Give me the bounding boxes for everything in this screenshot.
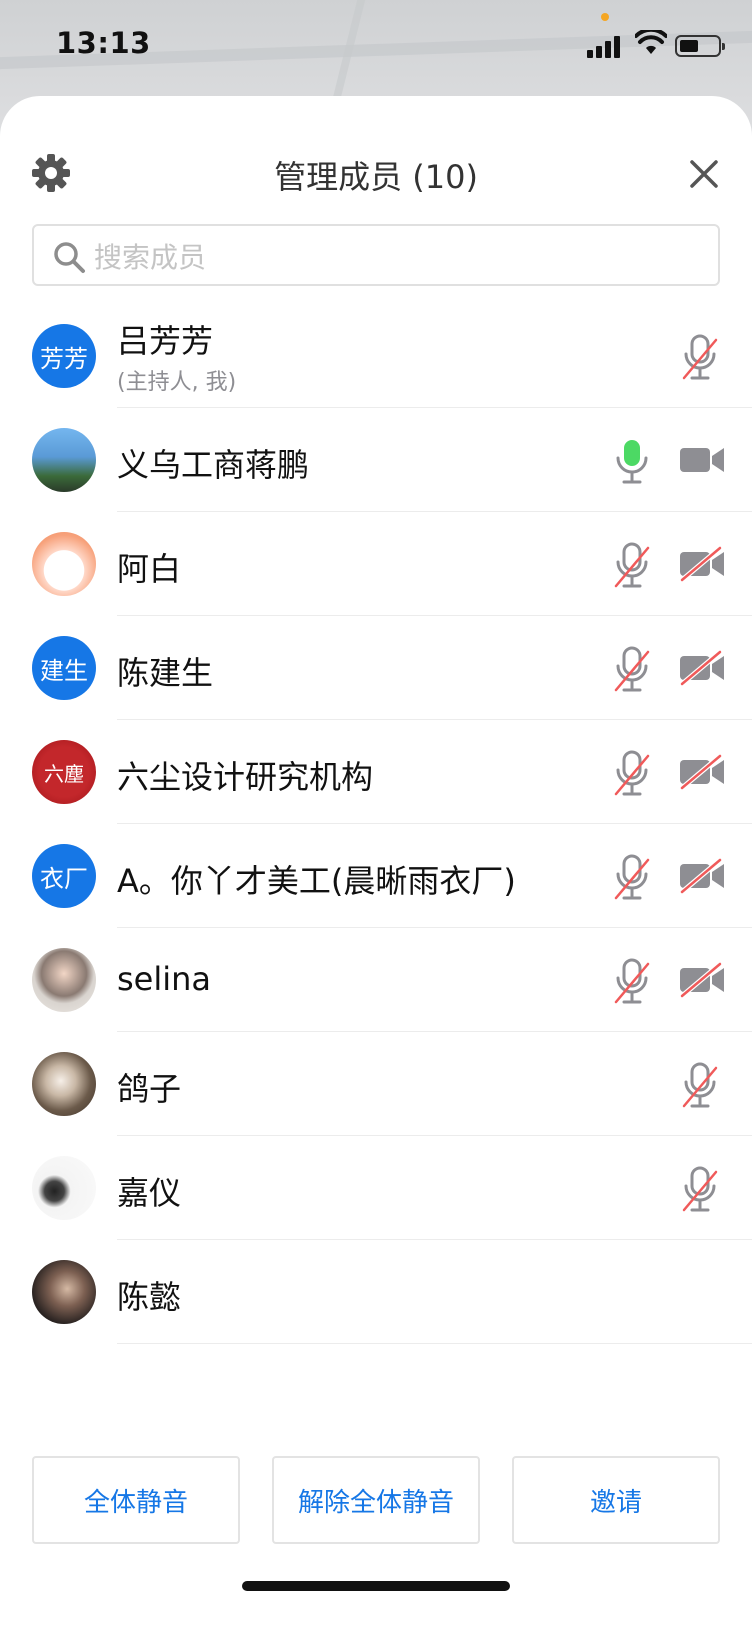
mic-muted-icon[interactable]	[610, 542, 654, 590]
camera-off-icon[interactable]	[678, 858, 726, 894]
member-name: selina	[117, 960, 212, 998]
mic-muted-icon[interactable]	[610, 646, 654, 694]
page-title: 管理成员 (10)	[274, 158, 478, 196]
member-name: 鸽子	[117, 1070, 182, 1108]
avatar	[32, 1156, 96, 1220]
member-row[interactable]: 六塵 六尘设计研究机构	[0, 720, 752, 824]
privacy-indicator-dot	[601, 13, 609, 21]
mute-all-button[interactable]: 全体静音	[32, 1456, 240, 1544]
row-divider	[117, 1343, 752, 1344]
avatar	[32, 948, 96, 1012]
mic-muted-icon[interactable]	[610, 958, 654, 1006]
camera-off-icon[interactable]	[678, 754, 726, 790]
member-name: 义乌工商蒋鹏	[117, 446, 310, 484]
member-row[interactable]: 芳芳 吕芳芳 (主持人, 我)	[0, 304, 752, 408]
avatar	[32, 532, 96, 596]
member-row[interactable]: selina	[0, 928, 752, 1032]
member-name: 陈懿	[117, 1278, 182, 1316]
invite-button[interactable]: 邀请	[512, 1456, 720, 1544]
member-row[interactable]: 建生 陈建生	[0, 616, 752, 720]
search-input[interactable]	[92, 236, 696, 278]
member-row[interactable]: 嘉仪	[0, 1136, 752, 1240]
camera-off-icon[interactable]	[678, 650, 726, 686]
mic-muted-icon[interactable]	[610, 854, 654, 902]
avatar: 衣厂	[32, 844, 96, 908]
manage-members-sheet: 管理成员 (10) 芳芳吕芳芳(主持人, 我)义乌工商蒋鹏阿白建生陈建生六塵六尘…	[0, 96, 752, 1629]
member-name: A。你丫才美工(晨晰雨衣厂)	[117, 862, 516, 900]
avatar	[32, 1052, 96, 1116]
search-box[interactable]	[32, 224, 720, 286]
member-row[interactable]: 衣厂 A。你丫才美工(晨晰雨衣厂)	[0, 824, 752, 928]
member-list: 芳芳 吕芳芳 (主持人, 我) 义乌工商蒋鹏 阿白 建生 陈建生 六塵 六尘设计研究机构 衣厂 A。…	[0, 304, 752, 1344]
search-icon	[54, 242, 85, 273]
unmute-all-button[interactable]: 解除全体静音	[272, 1456, 480, 1544]
member-name: 阿白	[117, 550, 182, 588]
mic-muted-icon[interactable]	[610, 750, 654, 798]
member-row[interactable]: 阿白	[0, 512, 752, 616]
status-bar: 13:13	[0, 0, 752, 96]
home-indicator	[242, 1581, 510, 1591]
member-name: 嘉仪	[117, 1174, 182, 1212]
member-row[interactable]: 鸽子	[0, 1032, 752, 1136]
member-row[interactable]: 陈懿	[0, 1240, 752, 1344]
camera-icon[interactable]	[678, 442, 726, 478]
wifi-icon	[635, 30, 667, 54]
avatar: 建生	[32, 636, 96, 700]
cellular-signal-icon	[587, 34, 627, 58]
status-time: 13:13	[56, 26, 151, 60]
camera-off-icon[interactable]	[678, 962, 726, 998]
mic-muted-icon[interactable]	[678, 1062, 722, 1110]
avatar	[32, 428, 96, 492]
mic-muted-icon[interactable]	[678, 1166, 722, 1214]
battery-icon	[675, 35, 725, 57]
member-name: 陈建生	[117, 654, 214, 692]
avatar	[32, 1260, 96, 1324]
member-row[interactable]: 义乌工商蒋鹏	[0, 408, 752, 512]
member-name: 吕芳芳	[117, 322, 214, 360]
close-icon[interactable]	[684, 154, 724, 194]
mic-icon[interactable]	[610, 438, 654, 486]
member-role: (主持人, 我)	[117, 370, 237, 395]
camera-off-icon[interactable]	[678, 546, 726, 582]
avatar: 六塵	[32, 740, 96, 804]
action-buttons: 全体静音 解除全体静音 邀请	[0, 1456, 752, 1546]
avatar: 芳芳	[32, 324, 96, 388]
mic-muted-icon[interactable]	[678, 334, 722, 382]
member-name: 六尘设计研究机构	[117, 758, 374, 796]
